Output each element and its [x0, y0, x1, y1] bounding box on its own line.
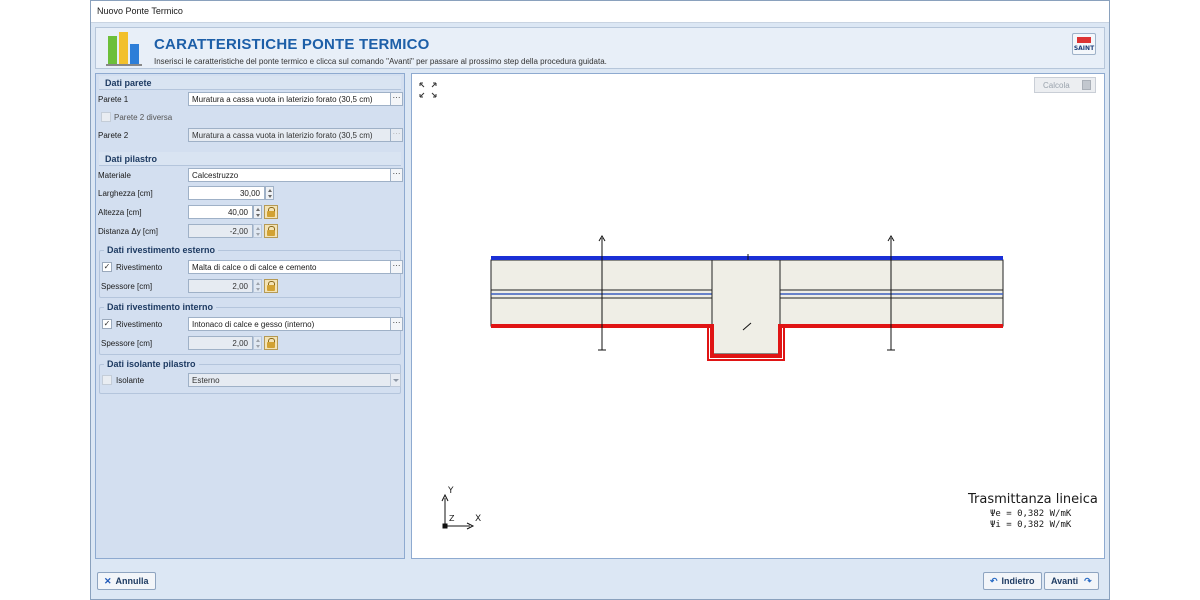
rivestimento-interno-checkbox[interactable]: ✓: [102, 319, 112, 329]
calcola-button[interactable]: Calcola: [1034, 77, 1096, 93]
axis-y-label: Y: [448, 486, 454, 496]
altezza-unlock-icon[interactable]: [264, 205, 278, 219]
group-title: Dati rivestimento esterno: [104, 245, 219, 255]
parete2-label: Parete 2: [98, 131, 129, 140]
close-icon: ✕: [104, 576, 112, 586]
isolante-select[interactable]: Esterno: [188, 373, 391, 387]
indietro-label: Indietro: [1001, 576, 1035, 586]
rivestimento-interno-browse-button[interactable]: ···: [390, 317, 403, 331]
dialog-window: Nuovo Ponte Termico CARATTERISTICHE PONT…: [90, 0, 1110, 600]
parete2-diversa-label: Parete 2 diversa: [114, 113, 173, 122]
properties-panel: Dati parete Parete 1 Muratura a cassa vu…: [95, 73, 405, 559]
parete2-field: Muratura a cassa vuota in laterizio fora…: [188, 128, 391, 142]
parete1-label: Parete 1: [98, 95, 129, 104]
rivestimento-interno-label: Rivestimento: [116, 320, 163, 329]
rivestimento-esterno-label: Rivestimento: [116, 263, 163, 272]
page-subtitle: Inserisci le caratteristiche del ponte t…: [154, 57, 607, 66]
saint-logo-icon: SAINT: [1074, 37, 1095, 52]
drawing-canvas[interactable]: Calcola Y Z X Trasmittanza lineica Ψe = …: [411, 73, 1105, 559]
rivestimento-interno-field[interactable]: Intonaco di calce e gesso (interno): [188, 317, 391, 331]
avanti-label: Avanti: [1051, 576, 1079, 586]
spessore-interno-spinner[interactable]: [253, 336, 262, 350]
larghezza-input[interactable]: 30,00: [188, 186, 265, 200]
isolante-label: Isolante: [116, 376, 145, 385]
fit-view-icon[interactable]: [419, 82, 437, 98]
spessore-interno-label: Spessore [cm]: [101, 339, 153, 348]
page-title: CARATTERISTICHE PONTE TERMICO: [154, 36, 430, 53]
spessore-esterno-label: Spessore [cm]: [101, 282, 153, 291]
pillar: [711, 259, 781, 355]
altezza-label: Altezza [cm]: [98, 208, 142, 217]
altezza-input[interactable]: 40,00: [188, 205, 253, 219]
header-panel: CARATTERISTICHE PONTE TERMICO Inserisci …: [95, 27, 1105, 69]
spessore-esterno-spinner[interactable]: [253, 279, 262, 293]
result-title: Trasmittanza lineica: [968, 492, 1098, 507]
parete1-field[interactable]: Muratura a cassa vuota in laterizio fora…: [188, 92, 391, 106]
indietro-button[interactable]: ↶ Indietro: [983, 572, 1042, 590]
altezza-spinner[interactable]: [253, 205, 262, 219]
materiale-browse-button[interactable]: ···: [390, 168, 403, 182]
materiale-field[interactable]: Calcestruzzo: [188, 168, 391, 182]
section-dati-pilastro: Dati pilastro: [99, 152, 401, 166]
spessore-esterno-lock-icon[interactable]: [264, 279, 278, 293]
spessore-interno-lock-icon[interactable]: [264, 336, 278, 350]
rivestimento-esterno-browse-button[interactable]: ···: [390, 260, 403, 274]
parete2-browse-button: ···: [390, 128, 403, 142]
axis-x-label: X: [475, 514, 482, 524]
rivestimento-esterno-checkbox[interactable]: ✓: [102, 262, 112, 272]
rivestimento-esterno-field[interactable]: Malta di calce o di calce e cemento: [188, 260, 391, 274]
back-arrow-icon: ↶: [990, 576, 998, 586]
psi-e-value: Ψe = 0,382 W/mK: [990, 509, 1072, 519]
calcola-label: Calcola: [1043, 81, 1070, 90]
distanza-lock-icon[interactable]: [264, 224, 278, 238]
larghezza-label: Larghezza [cm]: [98, 189, 153, 198]
distanza-input[interactable]: -2,00: [188, 224, 253, 238]
avanti-button[interactable]: Avanti ↷: [1044, 572, 1099, 590]
spessore-interno-input[interactable]: 2,00: [188, 336, 253, 350]
chevron-down-icon[interactable]: [390, 373, 401, 387]
axis-z-label: Z: [449, 514, 455, 523]
bar-chart-logo-icon: [106, 32, 142, 66]
distanza-spinner[interactable]: [253, 224, 262, 238]
larghezza-spinner[interactable]: [265, 186, 274, 200]
isolante-checkbox[interactable]: [102, 375, 112, 385]
axis-gizmo: [441, 493, 475, 530]
psi-i-value: Ψi = 0,382 W/mK: [990, 520, 1072, 530]
parete2-diversa-checkbox[interactable]: [101, 112, 111, 122]
annulla-label: Annulla: [115, 576, 149, 586]
calculator-icon: [1082, 80, 1091, 90]
footer-bar: ✕ Annulla ↶ Indietro Avanti ↷: [95, 563, 1105, 597]
annulla-button[interactable]: ✕ Annulla: [97, 572, 156, 590]
saint-logo-button[interactable]: SAINT: [1072, 33, 1096, 55]
spessore-esterno-input[interactable]: 2,00: [188, 279, 253, 293]
distanza-label: Distanza Δy [cm]: [98, 227, 159, 236]
window-title: Nuovo Ponte Termico: [91, 1, 1109, 23]
section-dati-parete: Dati parete: [99, 76, 401, 90]
parete1-browse-button[interactable]: ···: [390, 92, 403, 106]
group-title: Dati isolante pilastro: [104, 359, 199, 369]
forward-arrow-icon: ↷: [1084, 576, 1092, 586]
svg-text:SAINT: SAINT: [1074, 45, 1095, 52]
thermal-bridge-drawing: [419, 82, 1004, 530]
materiale-label: Materiale: [98, 171, 131, 180]
group-title: Dati rivestimento interno: [104, 302, 217, 312]
